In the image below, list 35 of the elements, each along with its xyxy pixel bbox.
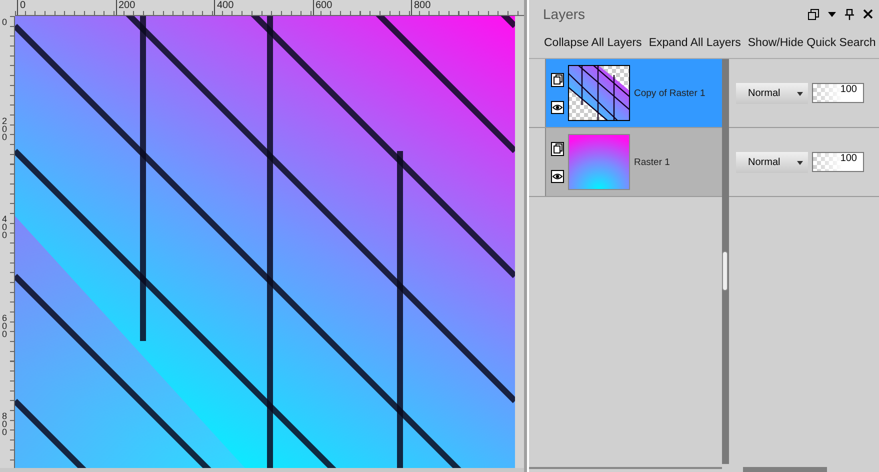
ruler-label: 600 <box>312 0 411 15</box>
layer-thumbnail <box>568 134 630 190</box>
close-icon[interactable] <box>863 9 873 19</box>
eye-icon[interactable] <box>551 170 564 182</box>
eye-icon[interactable] <box>551 100 564 114</box>
scrollbar-thumb[interactable] <box>743 467 827 472</box>
ruler-label: 200 <box>116 0 214 15</box>
horizontal-scrollbar[interactable] <box>529 464 722 472</box>
pin-icon[interactable] <box>845 8 854 20</box>
toolbar-button[interactable]: Expand All Layers <box>646 37 744 49</box>
toolbar-button[interactable]: Collapse All Layers <box>541 37 645 49</box>
ruler-label: 0 <box>1 18 7 29</box>
layer-group-icon[interactable] <box>551 142 564 156</box>
layer-name: Copy of Raster 1 <box>634 88 706 98</box>
blend-mode-dropdown[interactable]: Normal <box>736 152 808 172</box>
panel-title: Layers <box>543 6 586 22</box>
restore-icon[interactable] <box>808 8 819 20</box>
ruler-label: 800 <box>411 0 510 15</box>
ruler-label: 200 <box>1 116 7 144</box>
ruler-label: 800 <box>1 412 7 439</box>
layer-thumbnail <box>568 65 630 121</box>
ruler-label: 600 <box>1 314 7 340</box>
toolbar-button[interactable]: Show/Hide Quick Search <box>744 37 879 49</box>
layer-item[interactable]: Copy of Raster 1 <box>545 59 722 127</box>
splitter-handle[interactable] <box>722 251 728 291</box>
ruler-label: 400 <box>1 215 7 242</box>
opacity-field[interactable]: 100 <box>812 152 864 172</box>
blend-mode-dropdown[interactable]: Normal <box>736 82 808 104</box>
opacity-field[interactable]: 100 <box>812 83 864 103</box>
ruler-label: 400 <box>214 0 312 15</box>
layer-group-icon[interactable] <box>551 72 564 86</box>
ruler-label: 0 <box>17 0 116 15</box>
layer-name: Raster 1 <box>634 156 670 168</box>
dropdown-icon[interactable] <box>828 12 836 16</box>
layer-item[interactable]: Raster 1 <box>545 128 722 196</box>
